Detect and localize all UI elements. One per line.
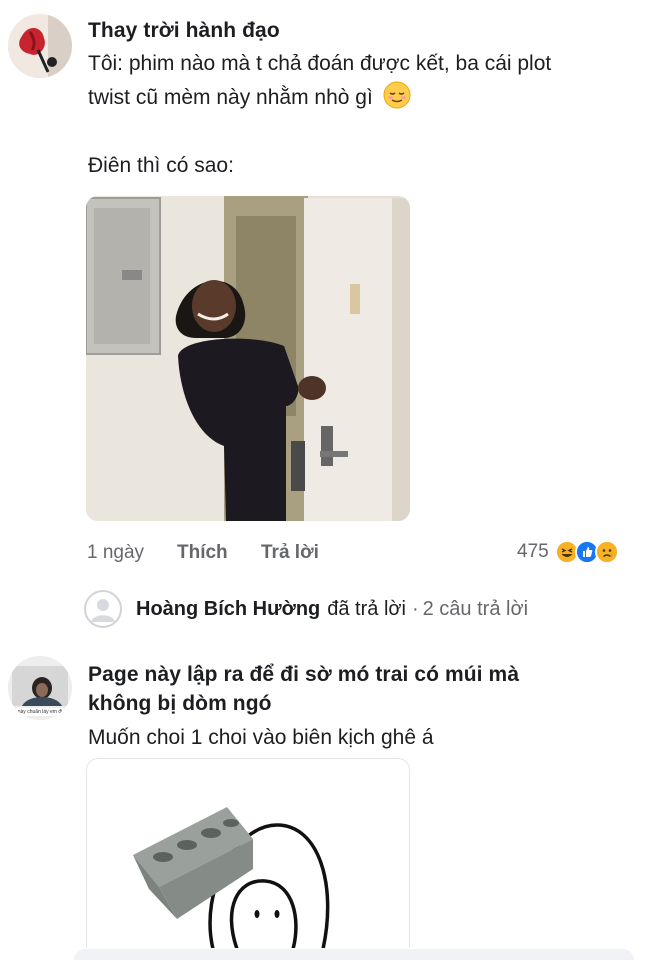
meme-photo-man-at-door xyxy=(86,196,410,521)
reply-separator: · xyxy=(411,597,419,620)
comment-author[interactable]: Thay trời hành đạo xyxy=(88,19,280,43)
reaction-count: 475 xyxy=(517,541,549,562)
comment-input-bar[interactable] xyxy=(74,949,634,960)
comment-image-meme[interactable] xyxy=(86,196,410,521)
comment-text-fragment: twist cũ mèm này nhằm nhò gì xyxy=(88,86,373,109)
reaction-summary[interactable]: 475 xyxy=(517,540,619,564)
commenter-avatar[interactable]: này chuẩn lấy em đi xyxy=(8,656,72,720)
comment-text-spacer xyxy=(88,115,648,149)
default-avatar-icon xyxy=(84,590,122,628)
comment-image-meme[interactable] xyxy=(86,758,410,948)
comment-meta-row: 1 ngày Thích Trả lời 475 xyxy=(87,540,647,566)
reply-button[interactable]: Trả lời xyxy=(261,542,319,564)
comment-author-line: Page này lập ra để đi sờ mó trai có múi … xyxy=(88,663,520,686)
like-button[interactable]: Thích xyxy=(177,542,228,564)
comment-text-line: Điên thì có sao: xyxy=(88,154,234,177)
reply-author-name[interactable]: Hoàng Bích Hường xyxy=(136,598,320,621)
comment-author[interactable]: Page này lập ra để đi sờ mó trai có múi … xyxy=(88,660,648,718)
comment-timestamp[interactable]: 1 ngày xyxy=(87,542,144,564)
meme-drawing-brick xyxy=(87,759,409,948)
sad-react-icon xyxy=(594,540,619,564)
reply-action-text: đã trả lời xyxy=(327,597,406,620)
reply-count-text: 2 câu trả lời xyxy=(422,597,529,620)
replies-preview[interactable]: Hoàng Bích Hường đã trả lời · 2 câu trả … xyxy=(84,590,644,628)
commenter-avatar[interactable] xyxy=(8,14,72,78)
comment-author-line: không bị dòm ngó xyxy=(88,692,272,715)
comment-text-line: Tôi: phim nào mà t chả đoán được kết, ba… xyxy=(88,52,552,75)
avatar-caption: này chuẩn lấy em đi xyxy=(17,709,63,715)
comment-text: Muốn choi 1 choi vào biên kịch ghê á xyxy=(88,726,434,749)
relieved-face-icon xyxy=(383,81,411,109)
comment-text-line: twist cũ mèm này nhằm nhò gì xyxy=(88,81,648,115)
avatar-photo xyxy=(8,14,72,78)
comment-text: Tôi: phim nào mà t chả đoán được kết, ba… xyxy=(88,47,648,183)
